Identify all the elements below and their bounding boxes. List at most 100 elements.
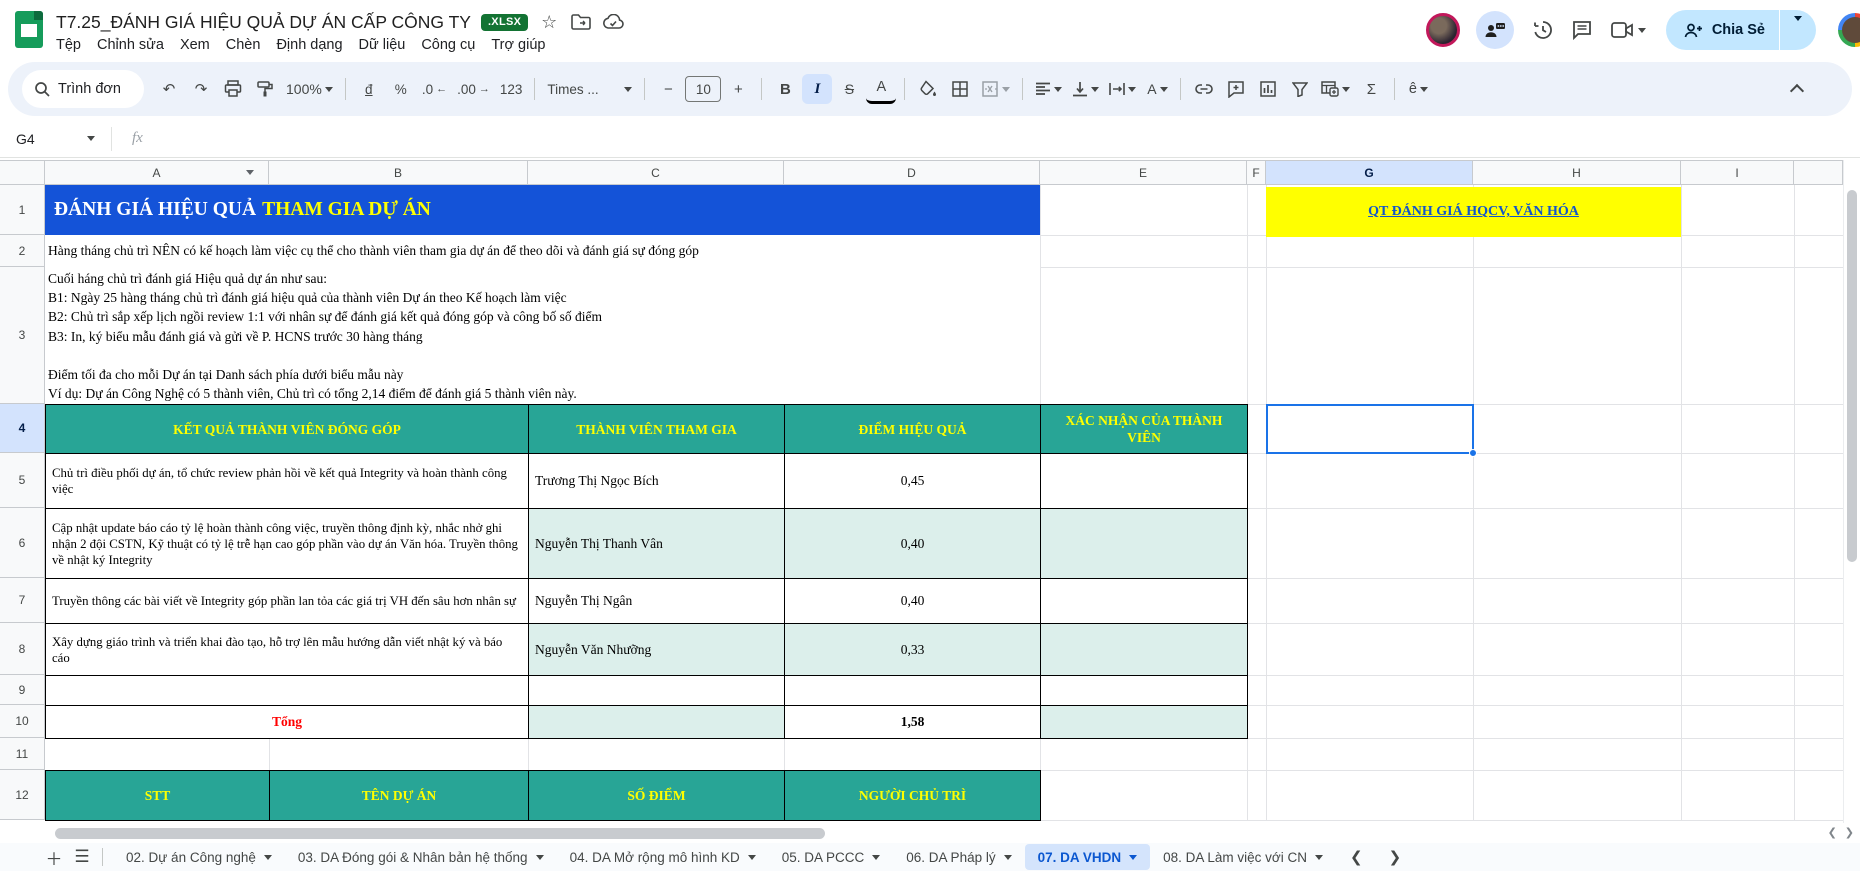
sheet-tab-04[interactable]: 04. DA Mở rộng mô hình KD: [557, 844, 769, 870]
cell-member-2[interactable]: Nguyễn Thị Thanh Vân: [529, 509, 785, 579]
row-header-10[interactable]: 10: [0, 705, 45, 738]
cell-score-1[interactable]: 0,45: [785, 454, 1041, 509]
tab-dropdown-icon[interactable]: [872, 855, 880, 860]
row-header-6[interactable]: 6: [0, 508, 45, 578]
menu-insert[interactable]: Chèn: [218, 35, 269, 55]
cell-banner-title[interactable]: ĐÁNH GIÁ HIỆU QUẢ THAM GIA DỰ ÁN: [45, 185, 1040, 235]
cell-total-label[interactable]: Tổng: [46, 706, 529, 739]
row-header-2[interactable]: 2: [0, 235, 45, 267]
cell-result-1[interactable]: Chủ trì điều phối dự án, tổ chức review …: [46, 454, 529, 509]
cell-member-5[interactable]: [529, 676, 785, 706]
version-history-icon[interactable]: [1530, 18, 1554, 42]
search-menus-button[interactable]: Trình đơn: [22, 70, 144, 108]
table2-header-lead[interactable]: NGƯỜI CHỦ TRÌ: [785, 771, 1041, 821]
account-avatar[interactable]: [1838, 13, 1860, 47]
table1-header-score[interactable]: ĐIỂM HIỆU QUẢ: [785, 405, 1041, 454]
scroll-right-icon[interactable]: ❯: [1845, 826, 1854, 839]
tab-dropdown-icon[interactable]: [1315, 855, 1323, 860]
horizontal-scrollbar-thumb[interactable]: [55, 828, 825, 839]
column-header-f[interactable]: F: [1247, 160, 1266, 185]
sheet-tab-03[interactable]: 03. DA Đóng gói & Nhân bản hệ thống: [285, 844, 557, 870]
row-header-11[interactable]: 11: [0, 738, 45, 770]
column-header-g[interactable]: G: [1266, 160, 1473, 185]
strikethrough-button[interactable]: S: [834, 74, 864, 104]
cell-link-banner[interactable]: QT ĐÁNH GIÁ HQCV, VĂN HÓA: [1266, 187, 1681, 237]
sheet-tab-06[interactable]: 06. DA Pháp lý: [893, 844, 1024, 870]
menu-file[interactable]: Tệp: [48, 35, 89, 55]
move-folder-icon[interactable]: [570, 11, 592, 33]
tab-dropdown-icon[interactable]: [1004, 855, 1012, 860]
menu-format[interactable]: Định dạng: [268, 35, 350, 55]
tab-dropdown-icon[interactable]: [536, 855, 544, 860]
row-header-4[interactable]: 4: [0, 404, 45, 453]
insert-chart-button[interactable]: [1253, 74, 1283, 104]
increase-font-size-button[interactable]: +: [723, 74, 753, 104]
sheet-tab-02[interactable]: 02. Dự án Công nghệ: [113, 844, 285, 870]
cell-member-1[interactable]: Trương Thị Ngọc Bích: [529, 454, 785, 509]
text-rotation-button[interactable]: A: [1142, 74, 1172, 104]
text-wrap-button[interactable]: [1105, 74, 1140, 104]
tab-scroll-right-icon[interactable]: ❯: [1389, 848, 1402, 866]
star-icon[interactable]: ☆: [538, 11, 560, 33]
table2-header-project[interactable]: TÊN DỰ ÁN: [270, 771, 529, 821]
borders-button[interactable]: [945, 74, 975, 104]
table1-header-confirm[interactable]: XÁC NHẬN CỦA THÀNH VIÊN: [1041, 405, 1248, 454]
text-color-button[interactable]: A: [866, 74, 896, 104]
share-button[interactable]: Chia Sẻ: [1666, 10, 1816, 50]
cell-member-4[interactable]: Nguyễn Văn Nhưỡng: [529, 624, 785, 676]
share-dropdown-caret[interactable]: [1780, 21, 1816, 39]
table1-header-member[interactable]: THÀNH VIÊN THAM GIA: [529, 405, 785, 454]
row-header-9[interactable]: 9: [0, 675, 45, 705]
decrease-font-size-button[interactable]: −: [653, 74, 683, 104]
vertical-align-button[interactable]: [1068, 74, 1103, 104]
column-header-a[interactable]: A: [45, 160, 269, 185]
number-format-button[interactable]: 123: [496, 74, 527, 104]
row-header-5[interactable]: 5: [0, 453, 45, 508]
add-sheet-button[interactable]: ＋: [40, 845, 68, 869]
all-sheets-button[interactable]: ☰: [68, 845, 96, 869]
table2-header-score[interactable]: SỐ ĐIỂM: [529, 771, 785, 821]
menu-view[interactable]: Xem: [172, 35, 218, 55]
column-header-b[interactable]: B: [269, 160, 528, 185]
decrease-decimal-button[interactable]: .0←: [418, 74, 451, 104]
zoom-select[interactable]: 100%: [282, 74, 337, 104]
cell-result-4[interactable]: Xây dựng giáo trình và triển khai đào tạ…: [46, 624, 529, 676]
menu-help[interactable]: Trợ giúp: [483, 35, 553, 55]
cell-note-row2[interactable]: Hàng tháng chủ trì NÊN có kế hoạch làm v…: [48, 235, 1238, 267]
italic-button[interactable]: I: [802, 74, 832, 104]
redo-button[interactable]: ↷: [186, 74, 216, 104]
functions-button[interactable]: Σ: [1356, 74, 1386, 104]
column-header-e[interactable]: E: [1040, 160, 1247, 185]
name-box[interactable]: G4: [0, 131, 105, 147]
row-header-3[interactable]: 3: [0, 267, 45, 404]
cell-confirm-4[interactable]: [1041, 624, 1248, 676]
row-header-7[interactable]: 7: [0, 578, 45, 623]
document-title[interactable]: T7.25_ĐÁNH GIÁ HIỆU QUẢ DỰ ÁN CẤP CÔNG T…: [56, 12, 471, 33]
horizontal-align-button[interactable]: [1031, 74, 1066, 104]
fill-handle[interactable]: [1469, 449, 1477, 457]
cell-member-3[interactable]: Nguyễn Thị Ngân: [529, 579, 785, 624]
hide-toolbar-button[interactable]: [1782, 74, 1812, 104]
increase-decimal-button[interactable]: .00→: [453, 74, 494, 104]
merge-cells-button[interactable]: [977, 74, 1014, 104]
undo-button[interactable]: ↶: [154, 74, 184, 104]
column-header-d[interactable]: D: [784, 160, 1040, 185]
font-select[interactable]: Times ...: [543, 74, 636, 104]
column-a-dropdown-icon[interactable]: [246, 170, 254, 175]
tab-scroll-left-icon[interactable]: ❮: [1350, 848, 1363, 866]
menu-edit[interactable]: Chỉnh sửa: [89, 35, 172, 55]
tab-dropdown-icon[interactable]: [264, 855, 272, 860]
column-header-i[interactable]: I: [1681, 160, 1794, 185]
selected-cell-g4[interactable]: [1266, 404, 1474, 454]
bold-button[interactable]: B: [770, 74, 800, 104]
vertical-scrollbar-thumb[interactable]: [1847, 190, 1857, 562]
cell-note-row3[interactable]: Cuối háng chủ trì đánh giá Hiệu quả dự á…: [48, 269, 1238, 404]
vertical-scrollbar[interactable]: [1843, 160, 1860, 823]
meet-camera-button[interactable]: [1610, 20, 1646, 40]
cell-total-confirm[interactable]: [1041, 706, 1248, 739]
sheet-tab-07-active[interactable]: 07. DA VHDN: [1025, 844, 1151, 870]
cell-result-2[interactable]: Cập nhật update báo cáo tỷ lệ hoàn thành…: [46, 509, 529, 579]
column-header-h[interactable]: H: [1473, 160, 1681, 185]
collaborator-avatar[interactable]: [1426, 13, 1460, 47]
tab-dropdown-icon[interactable]: [748, 855, 756, 860]
